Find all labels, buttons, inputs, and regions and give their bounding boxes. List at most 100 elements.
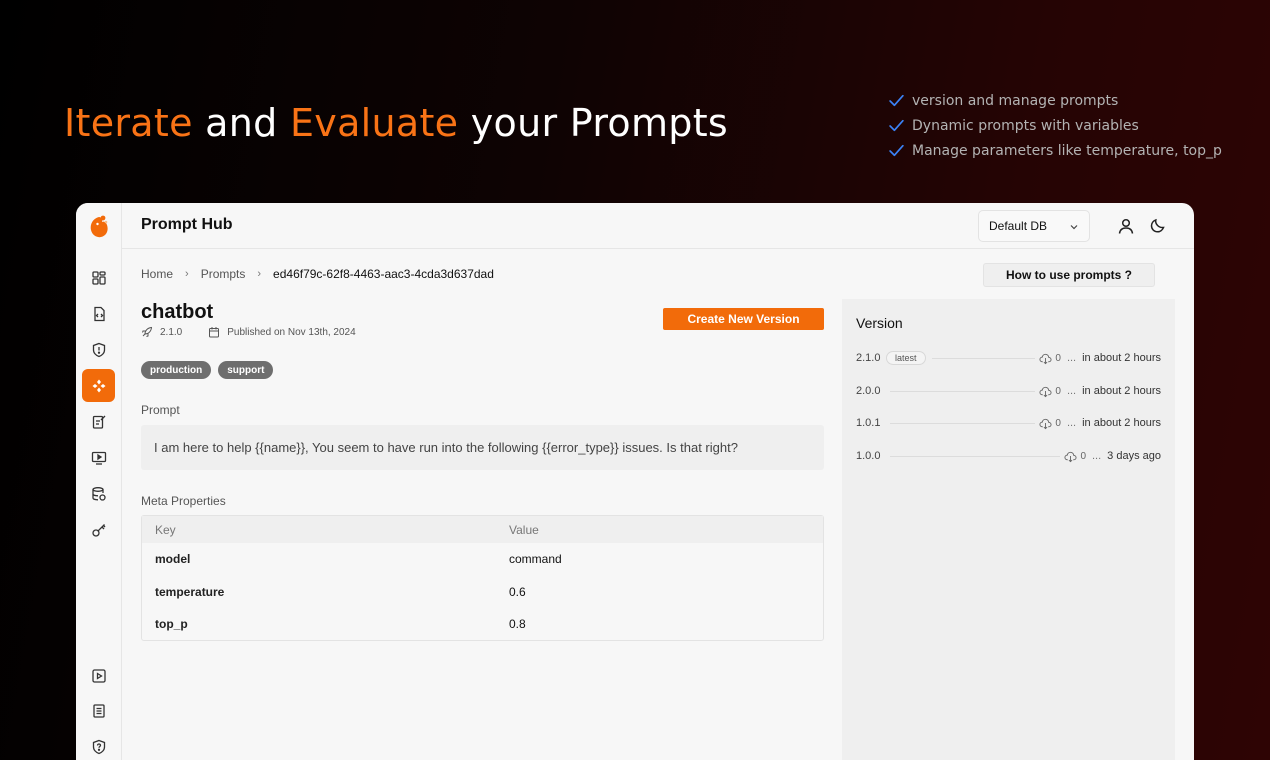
version-row[interactable]: 2.1.0 latest 0 ... in about 2 hours xyxy=(856,350,1161,366)
download-count: 0 xyxy=(1039,417,1061,430)
headline-word-evaluate: Evaluate xyxy=(289,101,459,145)
feature-text: Dynamic prompts with variables xyxy=(912,117,1139,134)
user-icon xyxy=(1118,218,1134,234)
sidebar-item-monitor[interactable] xyxy=(82,441,115,474)
breadcrumb-home[interactable]: Home xyxy=(141,267,173,281)
version-dots: ... xyxy=(1066,352,1077,364)
table-header: Key Value xyxy=(142,516,823,543)
check-icon xyxy=(889,94,904,107)
meta-key: model xyxy=(155,552,191,567)
version-dots: ... xyxy=(1066,385,1077,397)
version-panel: Version 2.1.0 latest 0 ... in about 2 ho… xyxy=(842,299,1175,760)
column-header-key: Key xyxy=(155,522,176,537)
tag-support[interactable]: support xyxy=(218,361,274,379)
version-panel-title: Version xyxy=(856,315,903,331)
rocket-icon xyxy=(142,326,153,337)
table-row: model command xyxy=(142,543,823,576)
topbar: Prompt Hub Default DB xyxy=(122,203,1194,249)
user-button[interactable] xyxy=(1116,216,1136,236)
sidebar-item-dashboard[interactable] xyxy=(82,261,115,294)
database-icon xyxy=(91,486,106,501)
chevron-right-icon: › xyxy=(257,268,262,280)
meta-key: temperature xyxy=(155,584,225,599)
download-count: 0 xyxy=(1039,352,1061,365)
prompt-version: 2.1.0 xyxy=(160,326,183,338)
timeline-line xyxy=(890,390,1036,392)
sidebar-item-prompt-hub[interactable] xyxy=(82,369,115,402)
cloud-download-icon xyxy=(1039,418,1052,429)
document-icon xyxy=(92,703,105,718)
hero-headline: Iterate and Evaluate your Prompts xyxy=(64,100,728,146)
feature-text: version and manage prompts xyxy=(912,92,1119,109)
calendar-icon xyxy=(209,327,220,338)
headline-word-and: and xyxy=(205,101,278,145)
table-row: temperature 0.6 xyxy=(142,576,823,609)
shield-icon xyxy=(92,342,105,357)
meta-properties-table: Key Value model command temperature 0.6 … xyxy=(141,515,824,641)
tag-list: production support xyxy=(141,361,274,379)
prompt-hub-icon xyxy=(92,379,105,392)
table-row: top_p 0.8 xyxy=(142,608,823,641)
tag-production[interactable]: production xyxy=(141,361,212,379)
download-count-value: 0 xyxy=(1055,417,1061,429)
download-count: 0 xyxy=(1039,385,1061,398)
timeline-line xyxy=(890,422,1036,424)
meta-value: 0.8 xyxy=(509,617,526,632)
check-icon xyxy=(889,144,904,157)
breadcrumb-current: ed46f79c-62f8-4463-aac3-4cda3d637dad xyxy=(273,267,494,281)
cloud-download-icon xyxy=(1039,386,1052,397)
version-row[interactable]: 2.0.0 0 ... in about 2 hours xyxy=(856,383,1161,399)
chevron-down-icon xyxy=(1070,225,1078,230)
how-to-use-button[interactable]: How to use prompts ? xyxy=(983,263,1155,287)
version-number: 2.1.0 xyxy=(856,352,881,364)
version-time: 3 days ago xyxy=(1107,450,1161,462)
version-row[interactable]: 1.0.1 0 ... in about 2 hours xyxy=(856,415,1161,431)
sidebar-item-keys[interactable] xyxy=(82,513,115,546)
db-select-value: Default DB xyxy=(989,219,1048,233)
chevron-right-icon: › xyxy=(185,268,189,280)
version-number: 1.0.0 xyxy=(856,450,881,462)
version-dots: ... xyxy=(1092,450,1102,462)
cloud-download-icon xyxy=(1064,451,1077,462)
feature-item: Dynamic prompts with variables xyxy=(888,113,1222,138)
key-icon xyxy=(91,523,105,537)
meta-value: command xyxy=(509,552,562,567)
column-header-value: Value xyxy=(509,522,539,537)
meta-value: 0.6 xyxy=(509,584,526,599)
app-window: Prompt Hub Default DB Home › Prompts › e… xyxy=(76,203,1194,760)
db-select[interactable]: Default DB xyxy=(978,210,1090,242)
sidebar-item-security[interactable] xyxy=(82,333,115,366)
published-date: Published on Nov 13th, 2024 xyxy=(227,326,356,338)
meta-key: top_p xyxy=(155,617,188,632)
version-number: 2.0.0 xyxy=(856,385,881,397)
breadcrumb-prompts[interactable]: Prompts xyxy=(201,267,246,281)
theme-toggle-button[interactable] xyxy=(1148,216,1168,236)
create-new-version-button[interactable]: Create New Version xyxy=(663,308,824,330)
sidebar-item-help[interactable] xyxy=(82,730,115,760)
timeline-line xyxy=(890,455,1061,457)
sidebar-item-playground[interactable] xyxy=(82,659,115,692)
sidebar-item-docs[interactable] xyxy=(82,694,115,727)
download-count-value: 0 xyxy=(1055,352,1061,364)
shield-question-icon xyxy=(92,739,105,754)
version-row[interactable]: 1.0.0 0 ... 3 days ago xyxy=(856,448,1161,464)
meta-properties-label: Meta Properties xyxy=(141,494,226,508)
sidebar-item-files[interactable] xyxy=(82,297,115,330)
monitor-play-icon xyxy=(91,451,106,465)
breadcrumb: Home › Prompts › ed46f79c-62f8-4463-aac3… xyxy=(141,267,494,281)
sidebar-item-database[interactable] xyxy=(82,477,115,510)
sidebar-item-notes[interactable] xyxy=(82,405,115,438)
app-logo-icon[interactable] xyxy=(88,213,110,239)
feature-list: version and manage prompts Dynamic promp… xyxy=(888,88,1222,163)
prompt-name: chatbot xyxy=(141,301,214,323)
play-icon xyxy=(91,668,106,683)
latest-badge: latest xyxy=(886,351,926,365)
version-time: in about 2 hours xyxy=(1082,352,1161,364)
prompt-meta: 2.1.0 Published on Nov 13th, 2024 xyxy=(141,326,356,338)
check-icon xyxy=(889,119,904,132)
version-number: 1.0.1 xyxy=(856,417,881,429)
file-code-icon xyxy=(93,306,105,321)
version-time: in about 2 hours xyxy=(1082,385,1161,397)
headline-word-iterate: Iterate xyxy=(64,101,193,145)
cloud-download-icon xyxy=(1039,353,1052,364)
